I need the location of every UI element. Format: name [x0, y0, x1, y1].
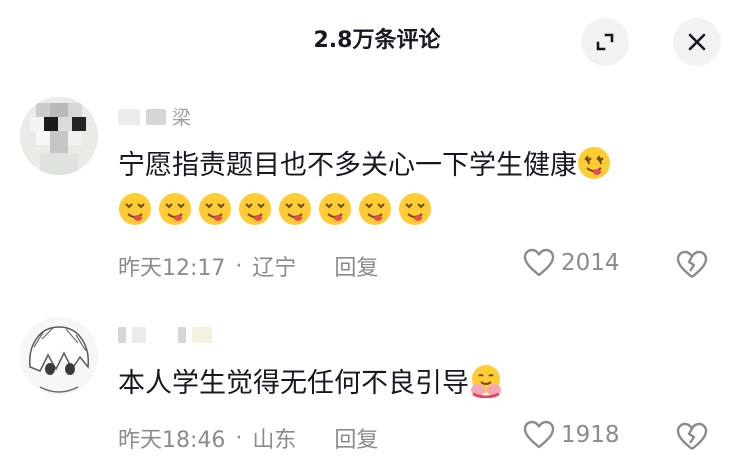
- drooling-face-emoji-icon: [199, 193, 231, 225]
- emoji-row: [118, 192, 438, 226]
- drooling-face-emoji-icon: [159, 193, 191, 225]
- comment-location: 山东: [252, 428, 297, 453]
- close-icon: [688, 33, 706, 51]
- blurred-name: [132, 327, 146, 343]
- comment-meta: 昨天12:17 · 辽宁 回复: [118, 250, 378, 282]
- heart-outline-icon: [523, 248, 555, 277]
- hugging-face-emoji-icon: [471, 365, 501, 398]
- blurred-name: [192, 327, 212, 343]
- comment-text-content: 本人学生觉得无任何不良引导: [118, 368, 469, 399]
- like-count: 1918: [561, 422, 620, 448]
- comment-text: 本人学生觉得无任何不良引导: [118, 364, 509, 404]
- like-count: 2014: [561, 250, 620, 276]
- reply-button[interactable]: 回复: [334, 422, 378, 454]
- broken-heart-icon[interactable]: [676, 422, 708, 452]
- heart-outline-icon: [523, 420, 555, 449]
- meta-separator: ·: [235, 425, 243, 451]
- comment-location: 辽宁: [252, 256, 297, 281]
- drooling-face-emoji-icon: [239, 193, 271, 225]
- username[interactable]: [118, 327, 218, 343]
- like-button[interactable]: 1918: [523, 420, 620, 450]
- blurred-name: [146, 108, 166, 125]
- username[interactable]: 梁: [118, 103, 191, 130]
- expand-icon: [596, 33, 614, 51]
- comments-header-title: 2.8万条评论: [313, 28, 441, 53]
- avatar-image: [20, 97, 98, 175]
- blurred-name: [118, 327, 126, 343]
- drooling-face-emoji-icon: [279, 193, 311, 225]
- meta-separator: ·: [235, 253, 243, 279]
- like-button[interactable]: 2014: [523, 248, 620, 278]
- comment-time: 昨天12:17: [118, 256, 226, 281]
- close-button[interactable]: [673, 18, 721, 66]
- comment-meta: 昨天18:46 · 山东 回复: [118, 422, 378, 454]
- broken-heart-icon[interactable]: [676, 250, 708, 280]
- avatar[interactable]: [20, 97, 98, 175]
- reply-button[interactable]: 回复: [334, 250, 378, 282]
- blurred-name: [178, 327, 186, 343]
- drooling-face-emoji-icon: [399, 193, 431, 225]
- drooling-face-emoji-icon: [578, 147, 610, 179]
- expand-button[interactable]: [581, 18, 629, 66]
- username-text: 梁: [172, 107, 192, 129]
- drooling-face-emoji-icon: [119, 193, 151, 225]
- drooling-face-emoji-icon: [319, 193, 351, 225]
- blurred-name: [118, 108, 140, 125]
- avatar[interactable]: [20, 317, 98, 395]
- comment-text: 宁愿指责题目也不多关心一下学生健康: [118, 146, 617, 186]
- drooling-face-emoji-icon: [359, 193, 391, 225]
- avatar-image: [20, 317, 98, 395]
- comment-time: 昨天18:46: [118, 428, 226, 453]
- comment-text-content: 宁愿指责题目也不多关心一下学生健康: [118, 150, 577, 181]
